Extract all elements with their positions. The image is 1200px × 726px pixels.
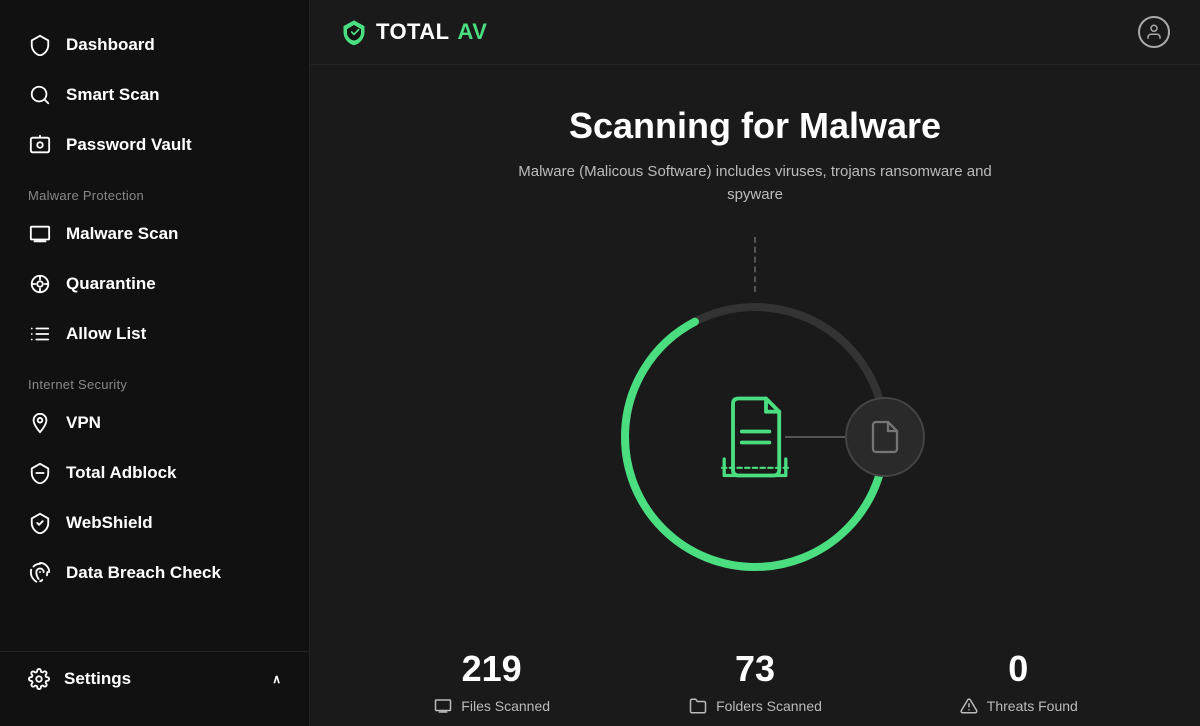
- sidebar-item-data-breach-label: Data Breach Check: [66, 563, 221, 583]
- malware-scan-icon: [28, 222, 52, 246]
- allow-list-icon: [28, 322, 52, 346]
- sidebar-item-smart-scan[interactable]: Smart Scan: [0, 70, 309, 120]
- search-icon: [28, 83, 52, 107]
- sidebar-item-data-breach[interactable]: Data Breach Check: [0, 548, 309, 598]
- sidebar-item-password-vault-label: Password Vault: [66, 135, 192, 155]
- sidebar-item-password-vault[interactable]: Password Vault: [0, 120, 309, 170]
- vault-icon: [28, 133, 52, 157]
- scan-content: Scanning for Malware Malware (Malicous S…: [310, 65, 1200, 726]
- sidebar-item-malware-scan-label: Malware Scan: [66, 224, 178, 244]
- file-scan-svg: [700, 382, 810, 492]
- sidebar-item-smart-scan-label: Smart Scan: [66, 85, 160, 105]
- user-icon: [1145, 23, 1163, 41]
- scan-subtitle: Malware (Malicous Software) includes vir…: [505, 161, 1005, 206]
- threats-found-label: Threats Found: [987, 698, 1078, 714]
- stat-files-scanned: 219 Files Scanned: [360, 648, 623, 716]
- main-content: TOTAL AV Scanning for Malware Malware (Ma…: [310, 0, 1200, 726]
- sidebar-item-quarantine[interactable]: Quarantine: [0, 259, 309, 309]
- folders-scanned-label-row: Folders Scanned: [688, 696, 822, 716]
- files-scanned-value: 219: [462, 648, 522, 690]
- scan-visual-area: [340, 246, 1170, 628]
- sidebar-item-vpn-label: VPN: [66, 413, 101, 433]
- threats-found-label-row: Threats Found: [959, 696, 1078, 716]
- sidebar-item-webshield[interactable]: WebShield: [0, 498, 309, 548]
- sidebar-item-webshield-label: WebShield: [66, 513, 153, 533]
- app-logo: TOTAL AV: [340, 18, 487, 46]
- vpn-icon: [28, 411, 52, 435]
- fingerprint-icon: [28, 561, 52, 585]
- sidebar-item-allow-list-label: Allow List: [66, 324, 146, 344]
- user-profile-button[interactable]: [1138, 16, 1170, 48]
- malware-section-label: Malware Protection: [0, 170, 309, 209]
- sidebar: Dashboard Smart Scan Password Vault Malw…: [0, 0, 310, 726]
- settings-label: Settings: [64, 669, 131, 689]
- files-scanned-icon: [433, 696, 453, 716]
- sidebar-item-vpn[interactable]: VPN: [0, 398, 309, 448]
- logo-text-total: TOTAL: [376, 19, 450, 45]
- dashed-connector: [754, 237, 756, 292]
- internet-section-label: Internet Security: [0, 359, 309, 398]
- threats-found-value: 0: [1008, 648, 1028, 690]
- scan-circle: [615, 297, 895, 577]
- stat-folders-scanned: 73 Folders Scanned: [623, 648, 886, 716]
- sidebar-item-total-adblock[interactable]: Total Adblock: [0, 448, 309, 498]
- adblock-icon: [28, 461, 52, 485]
- sidebar-item-adblock-label: Total Adblock: [66, 463, 177, 483]
- settings-chevron-icon: ∧: [272, 672, 281, 686]
- scan-title: Scanning for Malware: [569, 105, 941, 147]
- app-header: TOTAL AV: [310, 0, 1200, 65]
- sidebar-item-dashboard[interactable]: Dashboard: [0, 20, 309, 70]
- folders-scanned-value: 73: [735, 648, 775, 690]
- logo-text-av: AV: [458, 19, 488, 45]
- sidebar-item-allow-list[interactable]: Allow List: [0, 309, 309, 359]
- stat-threats-found: 0 Threats Found: [887, 648, 1150, 716]
- sidebar-item-quarantine-label: Quarantine: [66, 274, 156, 294]
- quarantine-icon: [28, 272, 52, 296]
- threats-found-icon: [959, 696, 979, 716]
- folders-scanned-label: Folders Scanned: [716, 698, 822, 714]
- settings-icon: [28, 668, 50, 690]
- bubble-file-icon: [867, 419, 903, 455]
- files-scanned-label-row: Files Scanned: [433, 696, 550, 716]
- stats-row: 219 Files Scanned 73: [340, 628, 1170, 726]
- webshield-icon: [28, 511, 52, 535]
- scan-file-icon: [695, 377, 815, 497]
- sidebar-item-malware-scan[interactable]: Malware Scan: [0, 209, 309, 259]
- files-scanned-label: Files Scanned: [461, 698, 550, 714]
- sidebar-item-dashboard-label: Dashboard: [66, 35, 155, 55]
- bubble-circle: [845, 397, 925, 477]
- settings-item[interactable]: Settings ∧: [0, 651, 309, 706]
- folders-scanned-icon: [688, 696, 708, 716]
- shield-icon: [28, 33, 52, 57]
- logo-shield-icon: [340, 18, 368, 46]
